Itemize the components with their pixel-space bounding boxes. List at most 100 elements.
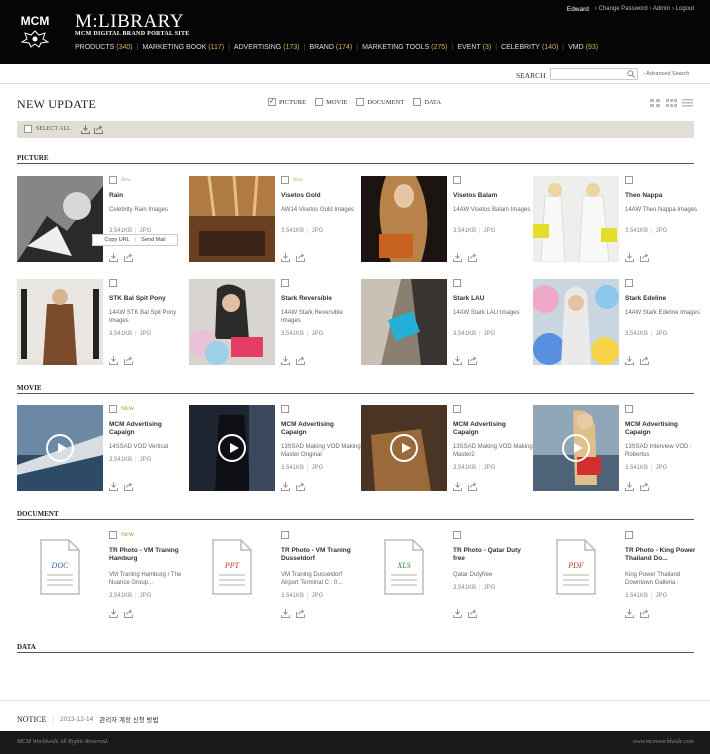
thumbnail[interactable] xyxy=(533,176,619,262)
item-title[interactable]: Visetos Gold xyxy=(281,192,361,200)
item-checkbox[interactable] xyxy=(453,176,461,184)
movie-card[interactable]: MCM Advertising Capaign 13SSAD Making VO… xyxy=(361,405,533,495)
change-password-link[interactable]: › Change Password xyxy=(595,6,648,13)
document-thumbnail[interactable]: XLS xyxy=(361,531,447,617)
document-checkbox[interactable] xyxy=(356,98,365,106)
download-icon[interactable] xyxy=(81,125,90,134)
download-icon[interactable] xyxy=(625,482,634,491)
item-checkbox[interactable] xyxy=(281,531,289,539)
nav-item-event[interactable]: EVENT (3) xyxy=(457,44,491,51)
thumbnail[interactable] xyxy=(533,279,619,365)
footer-url[interactable]: www.mcmworldwide.com xyxy=(633,739,694,745)
item-checkbox[interactable] xyxy=(625,531,633,539)
download-icon[interactable] xyxy=(281,609,290,618)
item-checkbox[interactable] xyxy=(625,279,633,287)
picture-card[interactable]: Stark Reversible 14AW Stark Reversible I… xyxy=(189,279,361,369)
play-icon[interactable] xyxy=(218,434,246,462)
movie-checkbox[interactable] xyxy=(315,98,324,106)
share-icon[interactable] xyxy=(124,253,134,262)
download-icon[interactable] xyxy=(281,356,290,365)
picture-card[interactable]: New Visetos Gold AW14 Visetos Gold Image… xyxy=(189,176,361,266)
share-icon[interactable] xyxy=(124,482,134,491)
mcm-logo[interactable]: MCM xyxy=(17,14,53,48)
item-checkbox[interactable] xyxy=(625,176,633,184)
share-icon[interactable] xyxy=(468,482,478,491)
share-icon[interactable] xyxy=(94,125,104,134)
play-icon[interactable] xyxy=(390,434,418,462)
share-icon[interactable] xyxy=(124,609,134,618)
download-icon[interactable] xyxy=(453,253,462,262)
copy-url-link[interactable]: Copy URL xyxy=(104,237,129,243)
item-title[interactable]: TR Photo - VM Traning Dusseldorf xyxy=(281,547,361,563)
item-title[interactable]: MCM Advertising Capaign xyxy=(453,421,533,437)
video-thumbnail[interactable] xyxy=(361,405,447,491)
item-checkbox[interactable] xyxy=(281,405,289,413)
item-title[interactable]: MCM Advertising Capaign xyxy=(109,421,189,437)
item-title[interactable]: TR Photo - Qatar Duty free xyxy=(453,547,533,563)
download-icon[interactable] xyxy=(453,609,462,618)
share-icon[interactable] xyxy=(296,609,306,618)
thumbnail[interactable] xyxy=(189,279,275,365)
item-checkbox[interactable] xyxy=(281,279,289,287)
item-checkbox[interactable] xyxy=(453,531,461,539)
share-icon[interactable] xyxy=(124,356,134,365)
document-card[interactable]: PPT TR Photo - VM Traning Dusseldorf VM … xyxy=(189,531,361,621)
download-icon[interactable] xyxy=(109,609,118,618)
picture-card[interactable]: Visetos Balam 14AW Visetos Balam Images … xyxy=(361,176,533,266)
filter-picture[interactable]: PICTURE xyxy=(268,97,306,106)
nav-item-marketing-tools[interactable]: MARKETING TOOLS (275) xyxy=(362,44,447,51)
share-icon[interactable] xyxy=(296,482,306,491)
search-input[interactable] xyxy=(550,68,638,80)
document-card[interactable]: PDF TR Photo - King Power Thailand Do...… xyxy=(533,531,705,621)
video-thumbnail[interactable] xyxy=(17,405,103,491)
download-icon[interactable] xyxy=(109,482,118,491)
download-icon[interactable] xyxy=(625,253,634,262)
movie-card[interactable]: NEW MCM Advertising Capaign 14SSAD VOD V… xyxy=(17,405,189,495)
picture-card[interactable]: New Rain Celebrity Rain Images 3,541KB | J… xyxy=(17,176,189,266)
item-title[interactable]: Stark LAU xyxy=(453,295,533,303)
document-thumbnail[interactable]: PPT xyxy=(189,531,275,617)
nav-item-vmd[interactable]: VMD (93) xyxy=(568,44,598,51)
item-checkbox[interactable] xyxy=(453,279,461,287)
select-all-label[interactable]: SELECT ALL xyxy=(36,126,71,132)
item-title[interactable]: Stark Reversible xyxy=(281,295,361,303)
filter-document[interactable]: DOCUMENT xyxy=(356,98,404,106)
advanced-search-link[interactable]: › Advanced Search xyxy=(643,71,689,77)
select-all-checkbox[interactable] xyxy=(24,125,32,133)
search-icon[interactable] xyxy=(627,70,635,78)
download-icon[interactable] xyxy=(625,356,634,365)
item-title[interactable]: MCM Advertising Capaign xyxy=(281,421,361,437)
share-icon[interactable] xyxy=(296,356,306,365)
play-icon[interactable] xyxy=(46,434,74,462)
logout-link[interactable]: › Logout xyxy=(672,6,694,13)
share-icon[interactable] xyxy=(640,609,650,618)
download-icon[interactable] xyxy=(109,356,118,365)
picture-card[interactable]: Stark Edeline 14AW Stark Edeline Images … xyxy=(533,279,705,369)
thumbnail[interactable] xyxy=(189,176,275,262)
item-checkbox[interactable] xyxy=(109,405,117,413)
item-title[interactable]: Visetos Balam xyxy=(453,192,533,200)
document-thumbnail[interactable]: DOC xyxy=(17,531,103,617)
picture-card[interactable]: Theo Nappa 14AW Theo Nappa Images 3,541K… xyxy=(533,176,705,266)
play-icon[interactable] xyxy=(562,434,590,462)
video-thumbnail[interactable] xyxy=(533,405,619,491)
share-icon[interactable] xyxy=(296,253,306,262)
thumbnail[interactable] xyxy=(17,176,103,262)
download-icon[interactable] xyxy=(281,253,290,262)
thumbnail[interactable] xyxy=(17,279,103,365)
item-checkbox[interactable] xyxy=(109,176,117,184)
download-icon[interactable] xyxy=(453,482,462,491)
picture-card[interactable]: Stark LAU 14AW Stark LAU Images 3,541KB |… xyxy=(361,279,533,369)
item-checkbox[interactable] xyxy=(109,531,117,539)
movie-card[interactable]: MCM Advertising Capaign 13SSAD Making VO… xyxy=(189,405,361,495)
nav-item-advertising[interactable]: ADVERTISING (173) xyxy=(234,44,300,51)
nav-item-marketing-book[interactable]: MARKETING BOOK (117) xyxy=(142,44,224,51)
movie-card[interactable]: MCM Advertising Capaign 13SSAD Interview… xyxy=(533,405,705,495)
share-icon[interactable] xyxy=(640,253,650,262)
document-card[interactable]: DOC NEW TR Photo - VM Traning Hamburg VM… xyxy=(17,531,189,621)
filter-data[interactable]: DATA xyxy=(413,98,441,106)
item-checkbox[interactable] xyxy=(625,405,633,413)
document-card[interactable]: XLS TR Photo - Qatar Duty free Qatar Dut… xyxy=(361,531,533,621)
site-title[interactable]: M:LIBRARY xyxy=(75,11,184,33)
share-icon[interactable] xyxy=(468,253,478,262)
